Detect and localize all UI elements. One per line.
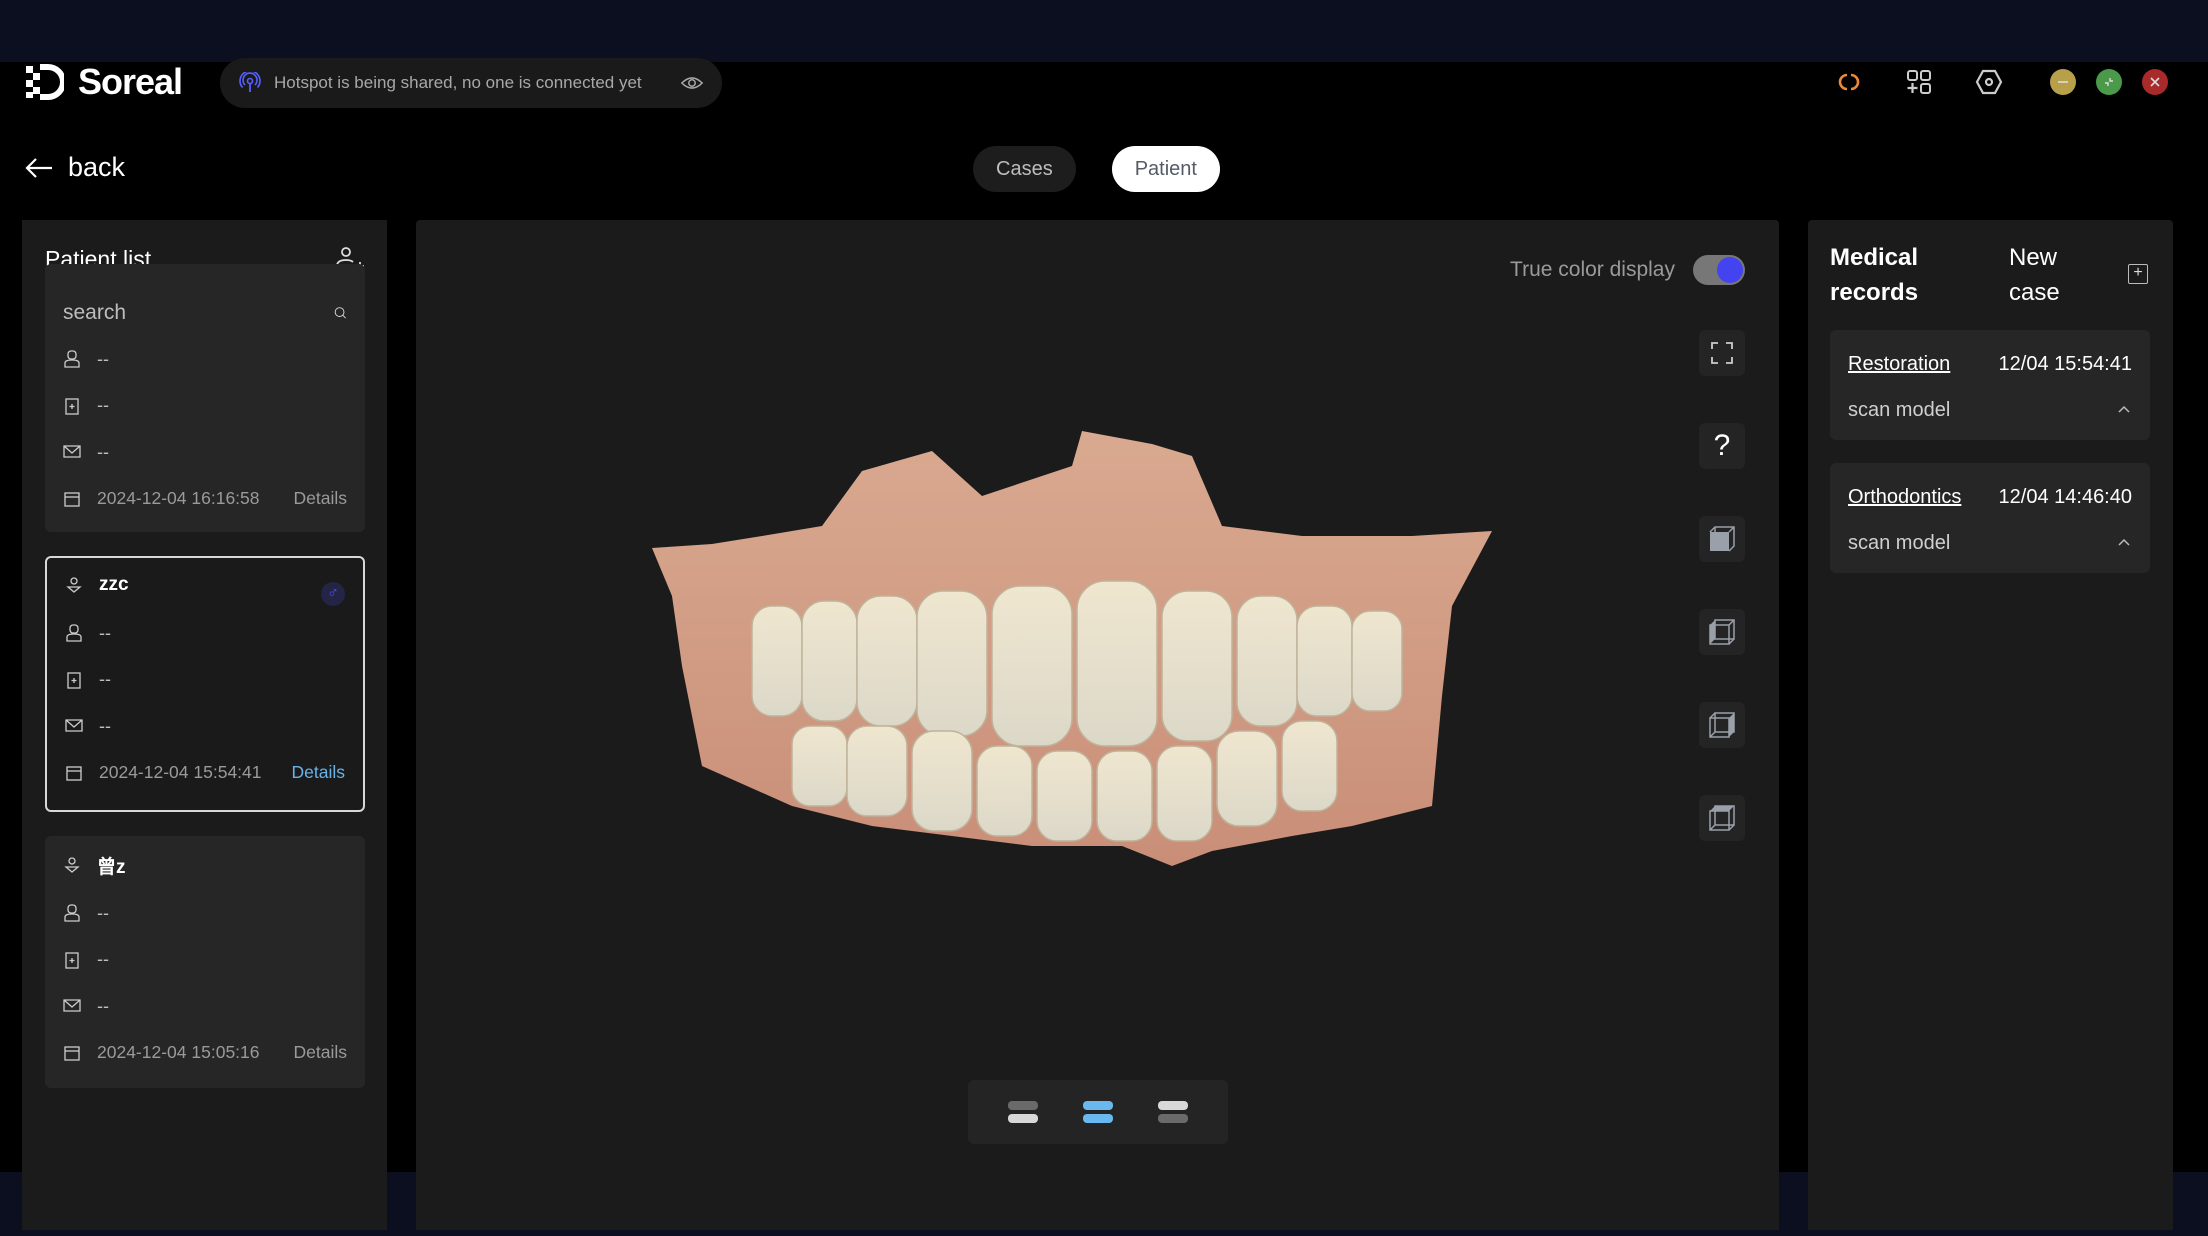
email-value: --	[99, 715, 111, 736]
doctor-icon	[63, 350, 81, 368]
clinic-icon	[63, 951, 81, 969]
record-time: 12/04 14:46:40	[1998, 485, 2132, 508]
created-date: 2024-12-04 15:54:41	[99, 762, 262, 783]
restore-button[interactable]	[2096, 69, 2122, 95]
record-type-link[interactable]: Restoration	[1848, 353, 1950, 376]
patient-icon	[63, 856, 81, 874]
fullscreen-icon	[1711, 342, 1733, 364]
calendar-icon	[63, 490, 81, 508]
patient-name: 曾z	[97, 856, 126, 878]
dental-scan-model[interactable]	[652, 426, 1492, 866]
view-toolbar: ?	[1699, 330, 1745, 841]
toggle-knob	[1717, 257, 1743, 283]
calendar-icon	[63, 1044, 81, 1062]
upper-jaw-icon[interactable]	[1155, 1099, 1191, 1125]
email-value: --	[97, 995, 109, 1016]
view-tabs: Cases Patient	[973, 146, 1220, 192]
email-icon	[63, 443, 81, 461]
jaw-selector	[968, 1080, 1228, 1144]
patient-card-selected[interactable]: ♂ zzc -- -- -- 2024-12-04 15:54:41 Detai…	[45, 556, 365, 812]
calendar-icon	[65, 764, 83, 782]
doctor-icon	[63, 904, 81, 922]
true-color-label: True color display	[1510, 258, 1675, 281]
logo-icon	[26, 64, 64, 100]
new-case-button[interactable]: New case	[2009, 240, 2089, 310]
hotspot-icon	[238, 71, 262, 95]
patient-search	[45, 282, 365, 344]
doctor-value: --	[99, 622, 111, 643]
record-item[interactable]: Restoration 12/04 15:54:41 scan model	[1830, 330, 2150, 440]
clinic-icon	[63, 397, 81, 415]
close-button[interactable]	[2142, 69, 2168, 95]
fullscreen-button[interactable]	[1699, 330, 1745, 376]
eye-icon[interactable]	[680, 71, 704, 95]
record-subtitle: scan model	[1848, 531, 1951, 554]
cube-front-icon	[1709, 526, 1735, 552]
back-label: back	[68, 152, 126, 182]
patient-icon	[65, 576, 83, 594]
medical-records-panel: Medical records New case + Restoration 1…	[1808, 220, 2173, 1230]
both-jaws-icon[interactable]	[1080, 1099, 1116, 1125]
hotspot-status-pill: Hotspot is being shared, no one is conne…	[220, 58, 722, 108]
lower-jaw-icon[interactable]	[1005, 1099, 1041, 1125]
clinic-value: --	[97, 949, 109, 970]
search-input[interactable]	[63, 301, 334, 325]
cube-right-icon	[1709, 712, 1735, 738]
apps-icon[interactable]	[1904, 67, 1934, 97]
link-icon[interactable]	[1834, 67, 1864, 97]
hotspot-status-text: Hotspot is being shared, no one is conne…	[274, 73, 642, 92]
3d-model-viewer[interactable]: True color display ?	[416, 220, 1779, 1230]
clinic-value: --	[99, 669, 111, 690]
record-item[interactable]: Orthodontics 12/04 14:46:40 scan model	[1830, 463, 2150, 573]
brand-name: Soreal	[78, 61, 183, 102]
patient-name: zzc	[99, 574, 129, 595]
settings-icon[interactable]	[1974, 67, 2004, 97]
view-left-button[interactable]	[1699, 609, 1745, 655]
view-front-button[interactable]	[1699, 516, 1745, 562]
view-right-button[interactable]	[1699, 702, 1745, 748]
details-link[interactable]: Details	[292, 762, 346, 783]
chevron-up-icon[interactable]	[2116, 402, 2132, 418]
email-icon	[63, 997, 81, 1015]
help-icon: ?	[1713, 429, 1731, 462]
email-icon	[65, 717, 83, 735]
record-type-link[interactable]: Orthodontics	[1848, 486, 1961, 509]
true-color-toggle[interactable]	[1693, 255, 1745, 285]
details-link[interactable]: Details	[294, 488, 348, 509]
plus-square-icon[interactable]: +	[2128, 264, 2148, 284]
clinic-icon	[65, 671, 83, 689]
email-value: --	[97, 441, 109, 462]
patient-list: 未知患者70 -- -- -- 2024-12-04 16:16:58	[45, 264, 365, 1112]
patient-card[interactable]: 曾z -- -- -- 2024-12-04 15:05:16 Details	[45, 836, 365, 1088]
medical-records-title: Medical records	[1830, 244, 1919, 306]
search-icon[interactable]	[334, 299, 347, 327]
back-button[interactable]: back	[24, 152, 125, 183]
arrow-left-icon	[25, 157, 52, 178]
created-date: 2024-12-04 16:16:58	[97, 488, 260, 509]
screen-top-band	[0, 0, 2208, 62]
doctor-icon	[65, 624, 83, 642]
cube-left-icon	[1709, 619, 1735, 645]
record-time: 12/04 15:54:41	[1998, 352, 2132, 375]
view-top-button[interactable]	[1699, 795, 1745, 841]
clinic-value: --	[97, 395, 109, 416]
record-subtitle: scan model	[1848, 398, 1951, 421]
tab-patient[interactable]: Patient	[1111, 146, 1220, 192]
patient-list-panel: Patient list 未知患者70 -- --	[22, 220, 387, 1230]
minimize-button[interactable]	[2050, 69, 2076, 95]
app-window: Soreal Hotspot is being shared, no one i…	[0, 58, 2208, 1230]
cube-top-icon	[1709, 805, 1735, 831]
details-link[interactable]: Details	[294, 1042, 348, 1063]
created-date: 2024-12-04 15:05:16	[97, 1042, 260, 1063]
brand-logo: Soreal	[24, 61, 183, 102]
title-bar-actions	[1794, 62, 2168, 102]
help-button[interactable]: ?	[1699, 423, 1745, 469]
tab-cases[interactable]: Cases	[973, 146, 1076, 192]
chevron-up-icon[interactable]	[2116, 535, 2132, 551]
doctor-value: --	[97, 902, 109, 923]
male-gender-icon: ♂	[321, 582, 345, 606]
doctor-value: --	[97, 348, 109, 369]
